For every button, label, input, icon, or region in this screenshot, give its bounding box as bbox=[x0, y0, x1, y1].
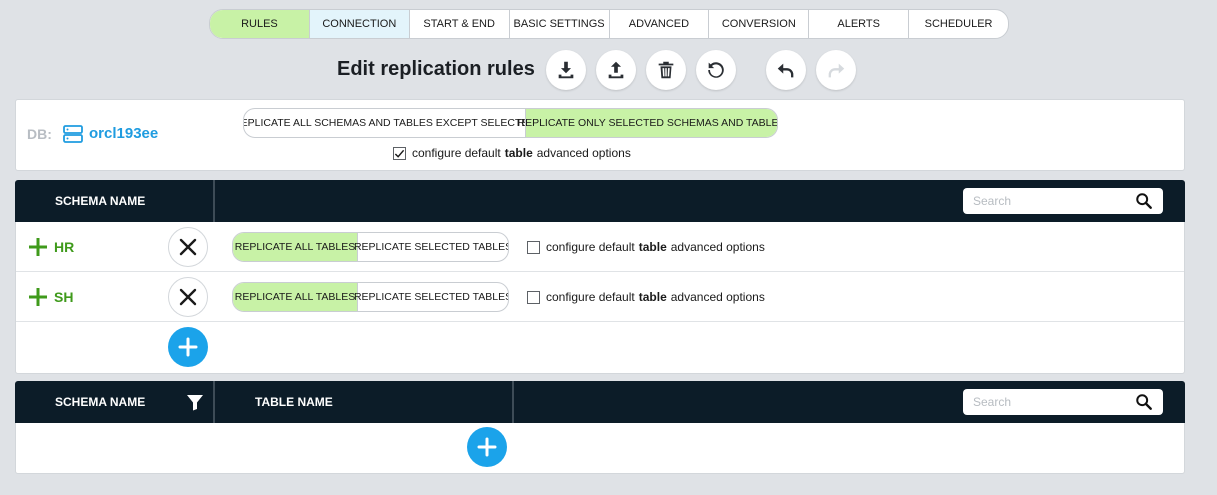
replicate-all-except-option[interactable]: REPLICATE ALL SCHEMAS AND TABLES EXCEPT … bbox=[244, 109, 536, 137]
column-divider bbox=[512, 381, 514, 423]
tab-conversion[interactable]: CONVERSION bbox=[708, 10, 808, 38]
db-configure-checkbox[interactable]: configure default table advanced options bbox=[393, 146, 631, 160]
schemas-search bbox=[963, 188, 1163, 214]
tab-start-end[interactable]: START & END bbox=[408, 10, 509, 38]
download-icon bbox=[558, 61, 574, 79]
tab-advanced[interactable]: ADVANCED bbox=[608, 10, 709, 38]
replicate-all-tables-option[interactable]: REPLICATE ALL TABLES bbox=[233, 283, 357, 311]
replicate-all-tables-option[interactable]: REPLICATE ALL TABLES bbox=[233, 233, 357, 261]
checkbox-checked[interactable] bbox=[393, 146, 406, 160]
expand-plus-icon[interactable] bbox=[28, 287, 48, 307]
redo-icon bbox=[828, 63, 845, 78]
add-schema-row bbox=[16, 322, 1184, 373]
undo-icon bbox=[777, 63, 794, 78]
replicate-selected-tables-option[interactable]: REPLICATE SELECTED TABLES bbox=[354, 233, 508, 261]
schemas-search-input[interactable] bbox=[963, 189, 1133, 213]
configure-text-post: advanced options bbox=[536, 146, 631, 160]
db-panel: DB: orcl193ee REPLICATE ALL SCHEMAS AND … bbox=[15, 99, 1185, 171]
replicate-only-selected-option[interactable]: REPLICATE ONLY SELECTED SCHEMAS AND TABL… bbox=[517, 109, 777, 137]
tables-list bbox=[15, 423, 1185, 474]
schemas-list: HR REPLICATE ALL TABLES REPLICATE SELECT… bbox=[15, 222, 1185, 374]
row-configure-checkbox[interactable]: configure default table advanced options bbox=[527, 290, 765, 304]
configure-text-pre: configure default bbox=[546, 290, 635, 304]
column-divider bbox=[213, 381, 215, 423]
close-icon bbox=[179, 238, 197, 256]
undo-button[interactable] bbox=[766, 50, 806, 90]
configure-text-pre: configure default bbox=[546, 240, 635, 254]
configure-text-post: advanced options bbox=[670, 240, 765, 254]
tab-scheduler[interactable]: SCHEDULER bbox=[908, 10, 1008, 38]
remove-schema-button[interactable] bbox=[168, 277, 208, 317]
download-button[interactable] bbox=[546, 50, 586, 90]
add-schema-button[interactable] bbox=[168, 327, 208, 367]
filter-icon[interactable] bbox=[186, 393, 204, 411]
checkbox-unchecked[interactable] bbox=[527, 290, 540, 304]
table-name-header: TABLE NAME bbox=[255, 395, 333, 409]
expand-plus-icon[interactable] bbox=[28, 237, 48, 257]
tab-rules[interactable]: RULES bbox=[210, 10, 309, 38]
table-row: SH REPLICATE ALL TABLES REPLICATE SELECT… bbox=[16, 272, 1184, 322]
db-mode-selector: REPLICATE ALL SCHEMAS AND TABLES EXCEPT … bbox=[243, 108, 778, 138]
refresh-icon bbox=[708, 62, 724, 78]
refresh-button[interactable] bbox=[696, 50, 736, 90]
table-mode-selector: REPLICATE ALL TABLES REPLICATE SELECTED … bbox=[232, 282, 509, 312]
replicate-selected-tables-option[interactable]: REPLICATE SELECTED TABLES bbox=[354, 283, 508, 311]
checkbox-unchecked[interactable] bbox=[527, 240, 540, 254]
db-name[interactable]: orcl193ee bbox=[89, 125, 158, 142]
configure-text-bold: table bbox=[504, 146, 533, 160]
delete-button[interactable] bbox=[646, 50, 686, 90]
configure-text-bold: table bbox=[638, 240, 667, 254]
checkmark-icon bbox=[394, 149, 405, 158]
table-row: HR REPLICATE ALL TABLES REPLICATE SELECT… bbox=[16, 222, 1184, 272]
schema-name-header: SCHEMA NAME bbox=[55, 395, 146, 409]
server-icon bbox=[63, 125, 83, 143]
plus-icon bbox=[178, 337, 198, 357]
close-icon bbox=[179, 288, 197, 306]
upload-button[interactable] bbox=[596, 50, 636, 90]
search-icon[interactable] bbox=[1135, 393, 1153, 411]
add-table-button[interactable] bbox=[467, 427, 507, 467]
tables-search bbox=[963, 389, 1163, 415]
db-label: DB: bbox=[27, 126, 52, 142]
column-divider bbox=[213, 180, 215, 222]
configure-text-pre: configure default bbox=[412, 146, 501, 160]
configure-text-bold: table bbox=[638, 290, 667, 304]
schema-name-header: SCHEMA NAME bbox=[55, 194, 146, 208]
plus-icon bbox=[477, 437, 497, 457]
table-mode-selector: REPLICATE ALL TABLES REPLICATE SELECTED … bbox=[232, 232, 509, 262]
schema-name[interactable]: HR bbox=[54, 239, 74, 255]
tables-search-input[interactable] bbox=[963, 390, 1133, 414]
tables-header: SCHEMA NAME TABLE NAME bbox=[15, 381, 1185, 423]
tab-alerts[interactable]: ALERTS bbox=[808, 10, 908, 38]
upload-icon bbox=[608, 61, 624, 79]
remove-schema-button[interactable] bbox=[168, 227, 208, 267]
configure-text-post: advanced options bbox=[670, 290, 765, 304]
redo-button[interactable] bbox=[816, 50, 856, 90]
trash-icon bbox=[658, 61, 674, 79]
tab-connection[interactable]: CONNECTION bbox=[308, 10, 409, 38]
schema-name[interactable]: SH bbox=[54, 289, 73, 305]
tab-bar: RULES CONNECTION START & END BASIC SETTI… bbox=[209, 9, 1009, 39]
tab-basic-settings[interactable]: BASIC SETTINGS bbox=[508, 10, 609, 38]
page-title: Edit replication rules bbox=[337, 58, 535, 80]
search-icon[interactable] bbox=[1135, 192, 1153, 210]
schemas-header: SCHEMA NAME bbox=[15, 180, 1185, 222]
row-configure-checkbox[interactable]: configure default table advanced options bbox=[527, 240, 765, 254]
